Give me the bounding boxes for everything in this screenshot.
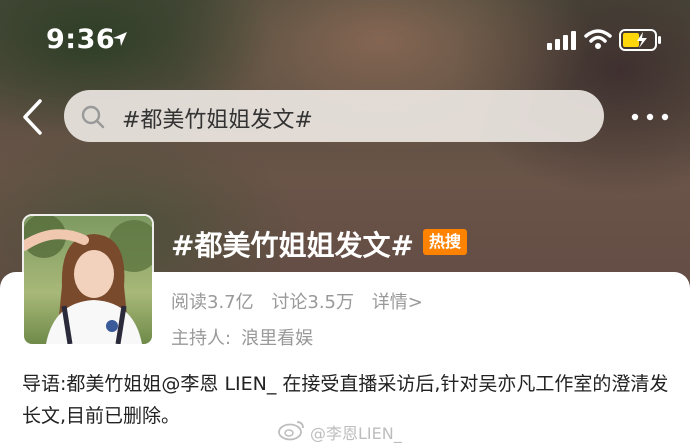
wifi-icon: [584, 29, 612, 49]
weibo-logo-icon: [278, 421, 304, 441]
search-query-text: #都美竹姐姐发文#: [122, 108, 313, 133]
thumbnail-photo: [24, 216, 152, 344]
topic-stats: 阅读3.7亿 讨论3.5万 详情>: [171, 288, 435, 314]
status-time: 9:36: [46, 24, 116, 55]
topic-title: #都美竹姐姐发文#: [171, 229, 414, 262]
more-dots-icon[interactable]: [630, 111, 670, 123]
search-icon: [81, 105, 105, 129]
details-link[interactable]: 详情>: [372, 292, 423, 313]
topic-thumbnail[interactable]: [22, 214, 154, 346]
back-chevron-icon[interactable]: [18, 98, 48, 136]
watermark-text: @李恩LIEN_: [310, 424, 402, 443]
signal-icon: [547, 31, 576, 50]
discussion-count: 讨论3.5万: [271, 292, 355, 313]
host-label: 主持人:: [171, 328, 232, 349]
battery-charging-icon: [619, 29, 661, 51]
location-arrow-icon: [113, 32, 127, 46]
search-input[interactable]: #都美竹姐姐发文#: [64, 90, 604, 142]
host-name[interactable]: 浪里看娱: [241, 328, 313, 349]
topic-host: 主持人: 浪里看娱: [171, 324, 313, 350]
read-count: 阅读3.7亿: [171, 292, 254, 313]
watermark: @李恩LIEN_: [278, 419, 418, 443]
hot-badge: 热搜: [423, 229, 467, 255]
status-bar: 9:36: [0, 0, 690, 80]
